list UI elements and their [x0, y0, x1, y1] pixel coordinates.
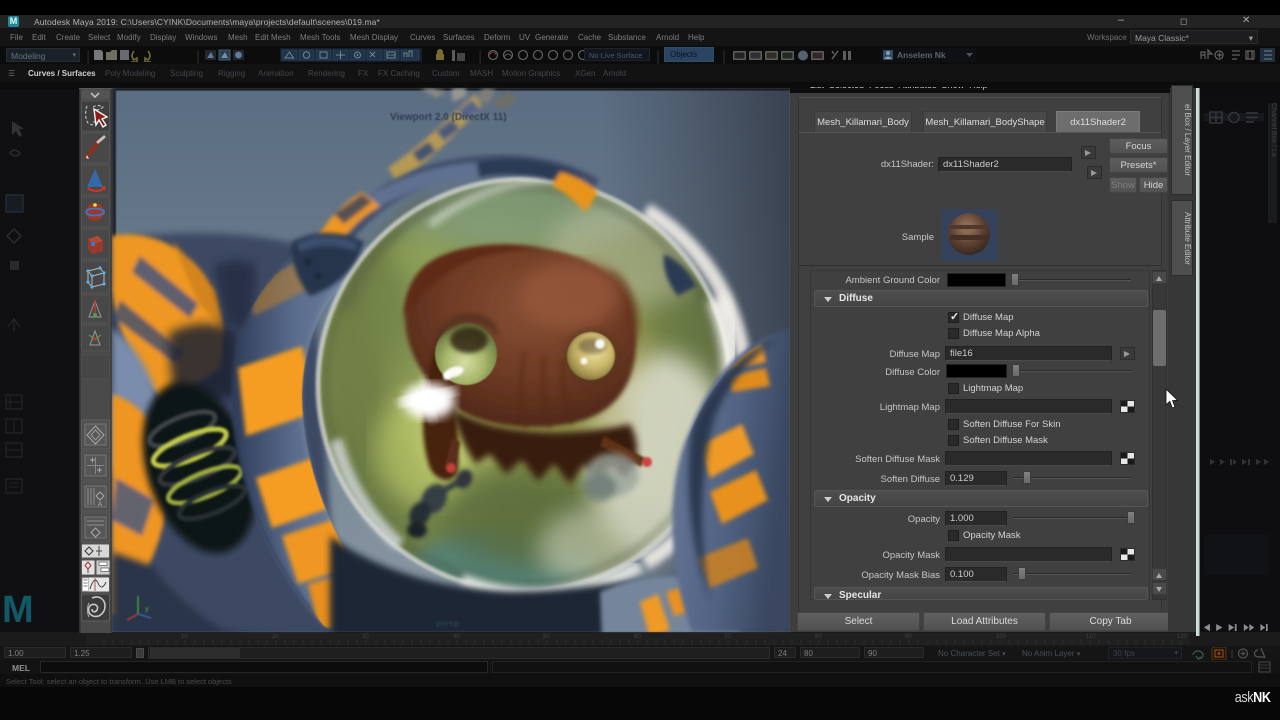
svg-text:70: 70: [724, 634, 731, 640]
svg-text:persp: persp: [436, 618, 459, 628]
svg-text:A: A: [98, 502, 102, 508]
svg-text:30: 30: [362, 634, 369, 640]
svg-text:Anselem Nk: Anselem Nk: [897, 50, 946, 60]
svg-text:40: 40: [453, 634, 460, 640]
svg-text:10: 10: [181, 634, 188, 640]
svg-text:110: 110: [1086, 634, 1096, 640]
svg-text:60: 60: [634, 634, 641, 640]
svg-text:Viewport 2.0 (DirectX 11): Viewport 2.0 (DirectX 11): [390, 112, 507, 123]
svg-text:M: M: [2, 589, 34, 631]
svg-text:y: y: [145, 604, 149, 613]
svg-text:90: 90: [905, 634, 912, 640]
svg-text:20: 20: [272, 634, 279, 640]
svg-text:120: 120: [1177, 634, 1188, 640]
svg-text:50: 50: [543, 634, 550, 640]
svg-text:80: 80: [815, 634, 822, 640]
svg-text:100: 100: [996, 634, 1007, 640]
